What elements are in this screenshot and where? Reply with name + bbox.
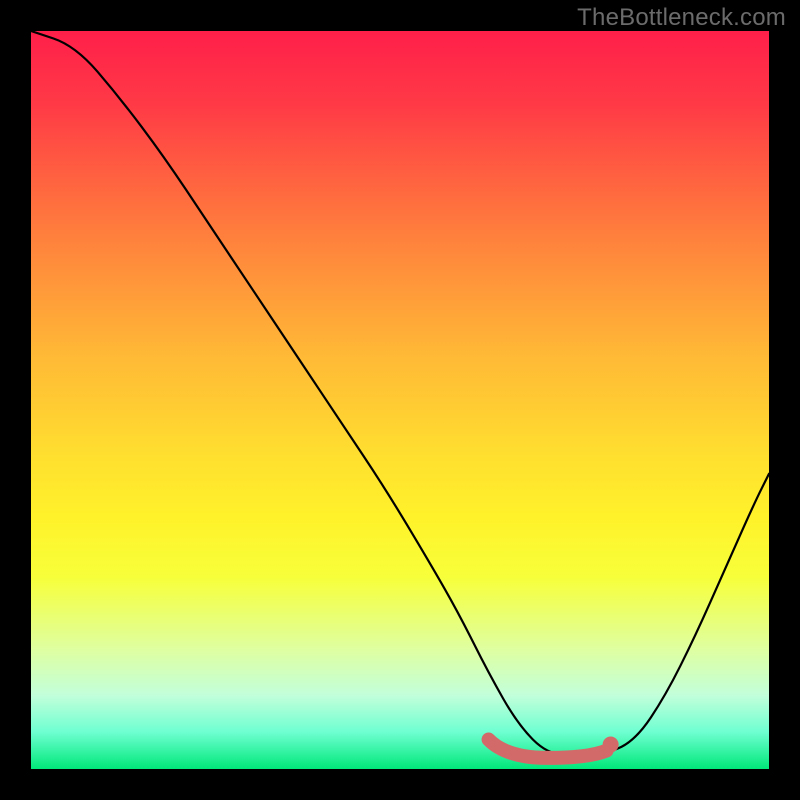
curve-layer	[31, 31, 769, 769]
bottleneck-curve	[31, 31, 769, 754]
plot-area	[31, 31, 769, 769]
optimal-marker	[489, 739, 607, 757]
watermark-text: TheBottleneck.com	[577, 4, 786, 32]
chart-container: TheBottleneck.com	[0, 0, 800, 800]
optimal-marker-dot	[603, 737, 619, 753]
